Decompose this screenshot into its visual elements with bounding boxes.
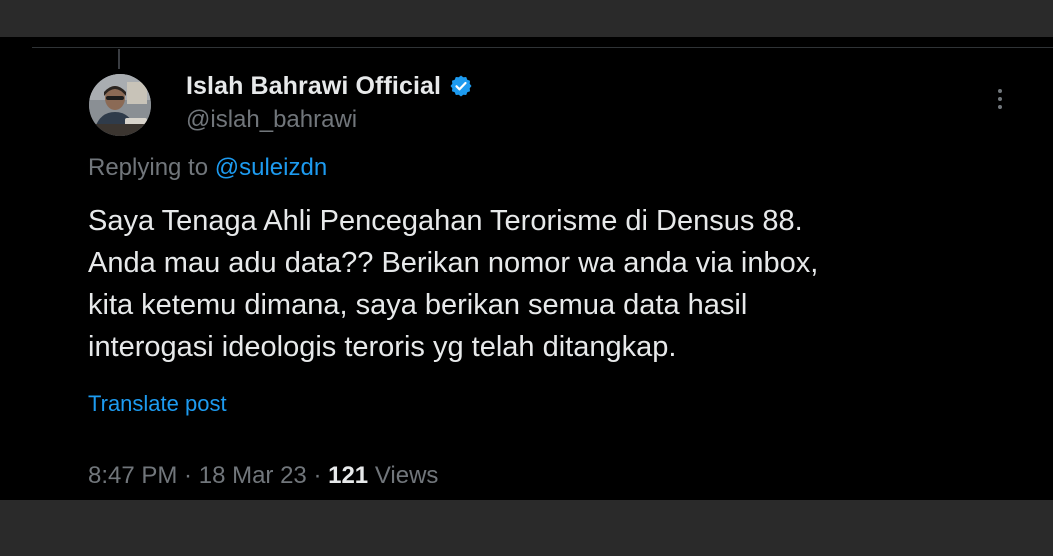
- tweet-text-line: interogasi ideologis teroris yg telah di…: [88, 331, 677, 363]
- tweet-metadata: 8:47 PM · 18 Mar 23 · 121 Views: [88, 462, 438, 490]
- author-display-name[interactable]: Islah Bahrawi Official: [186, 72, 441, 101]
- replying-to: Replying to @suleizdn: [88, 154, 327, 182]
- tweet-text-line: Anda mau adu data?? Berikan nomor wa and…: [88, 247, 819, 279]
- post-time[interactable]: 8:47 PM: [88, 462, 177, 489]
- author-name-row: Islah Bahrawi Official: [186, 71, 473, 101]
- tweet-text-line: Saya Tenaga Ahli Pencegahan Terorisme di…: [88, 205, 803, 237]
- replying-to-label: Replying to: [88, 154, 215, 181]
- screenshot-frame: Islah Bahrawi Official @islah_bahrawi Re…: [0, 0, 1053, 556]
- post-date[interactable]: 18 Mar 23: [199, 462, 307, 489]
- meta-separator: ·: [177, 462, 199, 489]
- translate-post-link[interactable]: Translate post: [88, 391, 227, 417]
- thread-divider: [32, 47, 1053, 48]
- thread-connector-line: [118, 49, 120, 69]
- meta-separator: ·: [306, 462, 329, 489]
- more-options-icon[interactable]: [988, 86, 1012, 112]
- author-handle[interactable]: @islah_bahrawi: [186, 106, 357, 134]
- avatar[interactable]: [89, 74, 151, 136]
- views-count[interactable]: 121: [328, 462, 368, 489]
- tweet-card: Islah Bahrawi Official @islah_bahrawi Re…: [0, 37, 1053, 500]
- reply-mention-link[interactable]: @suleizdn: [215, 154, 327, 181]
- verified-badge-icon[interactable]: [449, 74, 473, 98]
- tweet-body: Saya Tenaga Ahli Pencegahan Terorisme di…: [88, 200, 988, 368]
- tweet-text-line: kita ketemu dimana, saya berikan semua d…: [88, 289, 748, 321]
- views-label[interactable]: Views: [368, 462, 439, 489]
- profile-photo-icon: [89, 74, 151, 136]
